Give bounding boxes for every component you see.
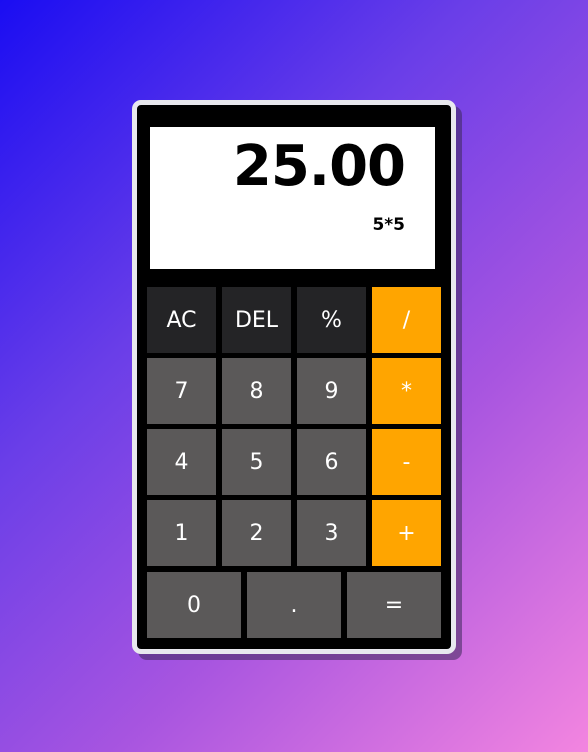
digit-0-button[interactable]: 0 (147, 572, 241, 638)
digit-7-button[interactable]: 7 (147, 358, 216, 424)
ac-button[interactable]: AC (147, 287, 216, 353)
result-value: 25.00 (232, 134, 406, 199)
calculator: 25.00 5*5 AC DEL % / 7 8 9 * 4 5 6 - 1 2… (132, 100, 456, 654)
equals-button[interactable]: = (347, 572, 441, 638)
add-button[interactable]: + (372, 500, 441, 566)
calculator-display: 25.00 5*5 (150, 127, 435, 269)
digit-8-button[interactable]: 8 (222, 358, 291, 424)
digit-1-button[interactable]: 1 (147, 500, 216, 566)
percent-button[interactable]: % (297, 287, 366, 353)
digit-4-button[interactable]: 4 (147, 429, 216, 495)
digit-6-button[interactable]: 6 (297, 429, 366, 495)
decimal-button[interactable]: . (247, 572, 341, 638)
delete-button[interactable]: DEL (222, 287, 291, 353)
digit-5-button[interactable]: 5 (222, 429, 291, 495)
digit-2-button[interactable]: 2 (222, 500, 291, 566)
digit-3-button[interactable]: 3 (297, 500, 366, 566)
subtract-button[interactable]: - (372, 429, 441, 495)
divide-button[interactable]: / (372, 287, 441, 353)
digit-9-button[interactable]: 9 (297, 358, 366, 424)
expression-text: 5*5 (372, 215, 405, 235)
multiply-button[interactable]: * (372, 358, 441, 424)
